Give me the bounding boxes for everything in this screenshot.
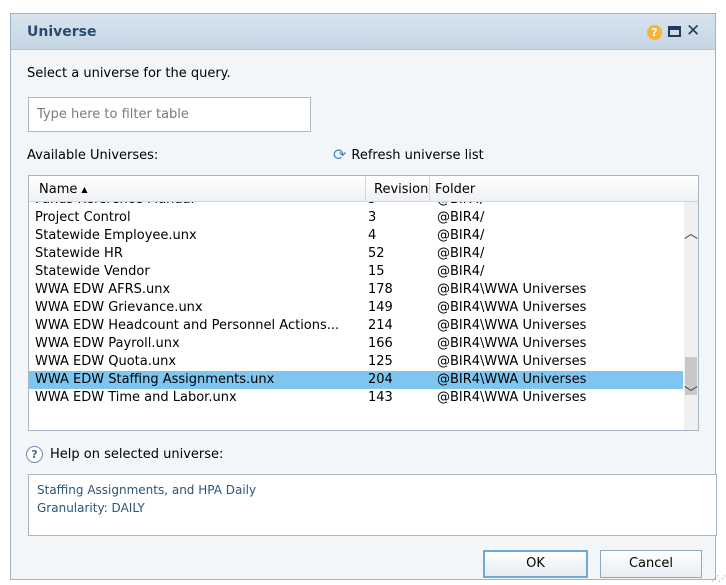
cell-revision: 214 bbox=[368, 318, 393, 333]
help-icon: ? bbox=[26, 446, 43, 463]
ok-button[interactable]: OK bbox=[483, 550, 588, 578]
cell-name: WWA EDW Payroll.unx bbox=[35, 336, 180, 351]
cell-name: WWA EDW Staffing Assignments.unx bbox=[35, 372, 275, 387]
cell-revision: 166 bbox=[368, 336, 393, 351]
column-divider[interactable] bbox=[429, 176, 430, 202]
column-header-revision[interactable]: Revision bbox=[374, 182, 428, 198]
cell-name: Statewide Vendor bbox=[35, 264, 150, 279]
resize-grip-icon[interactable]: ⋰⋰ bbox=[711, 574, 726, 583]
cell-folder: @BIR4\WWA Universes bbox=[437, 354, 587, 369]
table-row[interactable]: WWA EDW Staffing Assignments.unx 204 @BIR4… bbox=[29, 371, 683, 389]
cell-name: Funds Reference Manual bbox=[35, 202, 365, 209]
close-icon[interactable]: ✕ bbox=[686, 21, 700, 41]
table-row[interactable]: Funds Reference Manual5 @BIR4/ bbox=[29, 202, 683, 209]
cell-folder: @BIR4\WWA Universes bbox=[437, 300, 587, 315]
universe-dialog: Universe ? ✕ Select a universe for the q… bbox=[10, 13, 726, 583]
column-header-name-label: Name bbox=[39, 182, 78, 197]
cell-revision: 143 bbox=[368, 390, 393, 405]
help-heading: ? Help on selected universe: bbox=[26, 446, 223, 463]
refresh-label: Refresh universe list bbox=[351, 147, 484, 163]
dialog-prompt: Select a universe for the query. bbox=[27, 66, 231, 81]
cell-revision: 3 bbox=[368, 210, 377, 225]
cell-revision: 52 bbox=[368, 246, 385, 261]
table-row[interactable]: WWA EDW Time and Labor.unx 143 @BIR4\WWA U… bbox=[29, 389, 683, 407]
sort-ascending-icon: ▲ bbox=[81, 185, 88, 194]
table-header: Name ▲ Revision Folder bbox=[29, 176, 698, 202]
cell-name: Statewide HR bbox=[35, 246, 123, 261]
cell-name: WWA EDW Time and Labor.unx bbox=[35, 390, 237, 405]
help-icon[interactable]: ? bbox=[647, 25, 662, 40]
cell-revision: 4 bbox=[368, 228, 377, 243]
cell-revision: 5 bbox=[368, 202, 426, 209]
refresh-icon: ⟳ bbox=[333, 145, 347, 164]
scroll-up-icon[interactable]: ︿ bbox=[684, 224, 698, 244]
table-row[interactable]: WWA EDW Payroll.unx 166 @BIR4\WWA Universe… bbox=[29, 335, 683, 353]
refresh-universe-list-link[interactable]: ⟳ Refresh universe list bbox=[333, 147, 484, 163]
cell-folder: @BIR4\WWA Universes bbox=[437, 336, 587, 351]
cell-folder: @BIR4\WWA Universes bbox=[437, 282, 587, 297]
cell-revision: 178 bbox=[368, 282, 393, 297]
table-row[interactable]: Statewide Employee.unx 4 @BIR4/ bbox=[29, 227, 683, 245]
title-bar[interactable]: Universe ? ✕ bbox=[11, 14, 715, 50]
available-universes-label: Available Universes: bbox=[27, 148, 159, 163]
universe-table: Name▲ Revision Folder Funds Reference Ma… bbox=[28, 175, 699, 431]
table-row[interactable]: WWA EDW AFRS.unx 178 @BIR4\WWA Universes bbox=[29, 281, 683, 299]
cell-folder: @BIR4/ bbox=[437, 228, 485, 243]
help-line: Staffing Assignments, and HPA Daily bbox=[37, 483, 257, 497]
column-divider[interactable] bbox=[365, 176, 366, 202]
cell-folder: @BIR4\WWA Universes bbox=[437, 318, 587, 333]
table-row[interactable]: WWA EDW Quota.unx 125 @BIR4\WWA Universes bbox=[29, 353, 683, 371]
cell-folder: @BIR4/ bbox=[437, 202, 683, 209]
table-row[interactable]: Project Control 3 @BIR4/ bbox=[29, 209, 683, 227]
table-rows: Funds Reference Manual5 @BIR4/Project Con… bbox=[29, 202, 683, 407]
cancel-button[interactable]: Cancel bbox=[600, 550, 702, 578]
cell-revision: 125 bbox=[368, 354, 393, 369]
table-row[interactable]: Statewide Vendor 15 @BIR4/ bbox=[29, 263, 683, 281]
cell-folder: @BIR4/ bbox=[437, 246, 485, 261]
cell-revision: 15 bbox=[368, 264, 385, 279]
dialog-title: Universe bbox=[27, 24, 97, 40]
cell-folder: @BIR4/ bbox=[437, 210, 485, 225]
cell-folder: @BIR4\WWA Universes bbox=[437, 372, 587, 387]
help-text-box: Staffing Assignments, and HPA Daily Gran… bbox=[28, 474, 717, 536]
cell-name: Statewide Employee.unx bbox=[35, 228, 197, 243]
cell-revision: 149 bbox=[368, 300, 393, 315]
table-row[interactable]: WWA EDW Grievance.unx 149 @BIR4\WWA Univer… bbox=[29, 299, 683, 317]
table-row[interactable]: Statewide HR 52 @BIR4/ bbox=[29, 245, 683, 263]
cell-name: WWA EDW Grievance.unx bbox=[35, 300, 203, 315]
column-header-name[interactable]: Name ▲ bbox=[39, 182, 88, 198]
scroll-down-icon[interactable]: ﹀ bbox=[684, 384, 698, 404]
cell-name: WWA EDW Headcount and Personnel Actions.… bbox=[35, 318, 340, 333]
filter-input[interactable] bbox=[28, 97, 311, 132]
cell-folder: @BIR4/ bbox=[437, 264, 485, 279]
table-body: Funds Reference Manual5 @BIR4/Project Con… bbox=[29, 202, 683, 430]
cell-name: Project Control bbox=[35, 210, 131, 225]
cell-name: WWA EDW AFRS.unx bbox=[35, 282, 171, 297]
cell-folder: @BIR4\WWA Universes bbox=[437, 390, 587, 405]
column-header-folder[interactable]: Folder bbox=[435, 182, 475, 198]
help-line: Granularity: DAILY bbox=[37, 501, 145, 515]
cell-revision: 204 bbox=[368, 372, 393, 387]
table-row[interactable]: WWA EDW Headcount and Personnel Actions.… bbox=[29, 317, 683, 335]
maximize-icon[interactable] bbox=[668, 26, 681, 37]
cell-name: WWA EDW Quota.unx bbox=[35, 354, 177, 369]
vertical-scrollbar[interactable]: ︿ ﹀ bbox=[684, 202, 698, 430]
help-label: Help on selected universe: bbox=[50, 447, 224, 462]
